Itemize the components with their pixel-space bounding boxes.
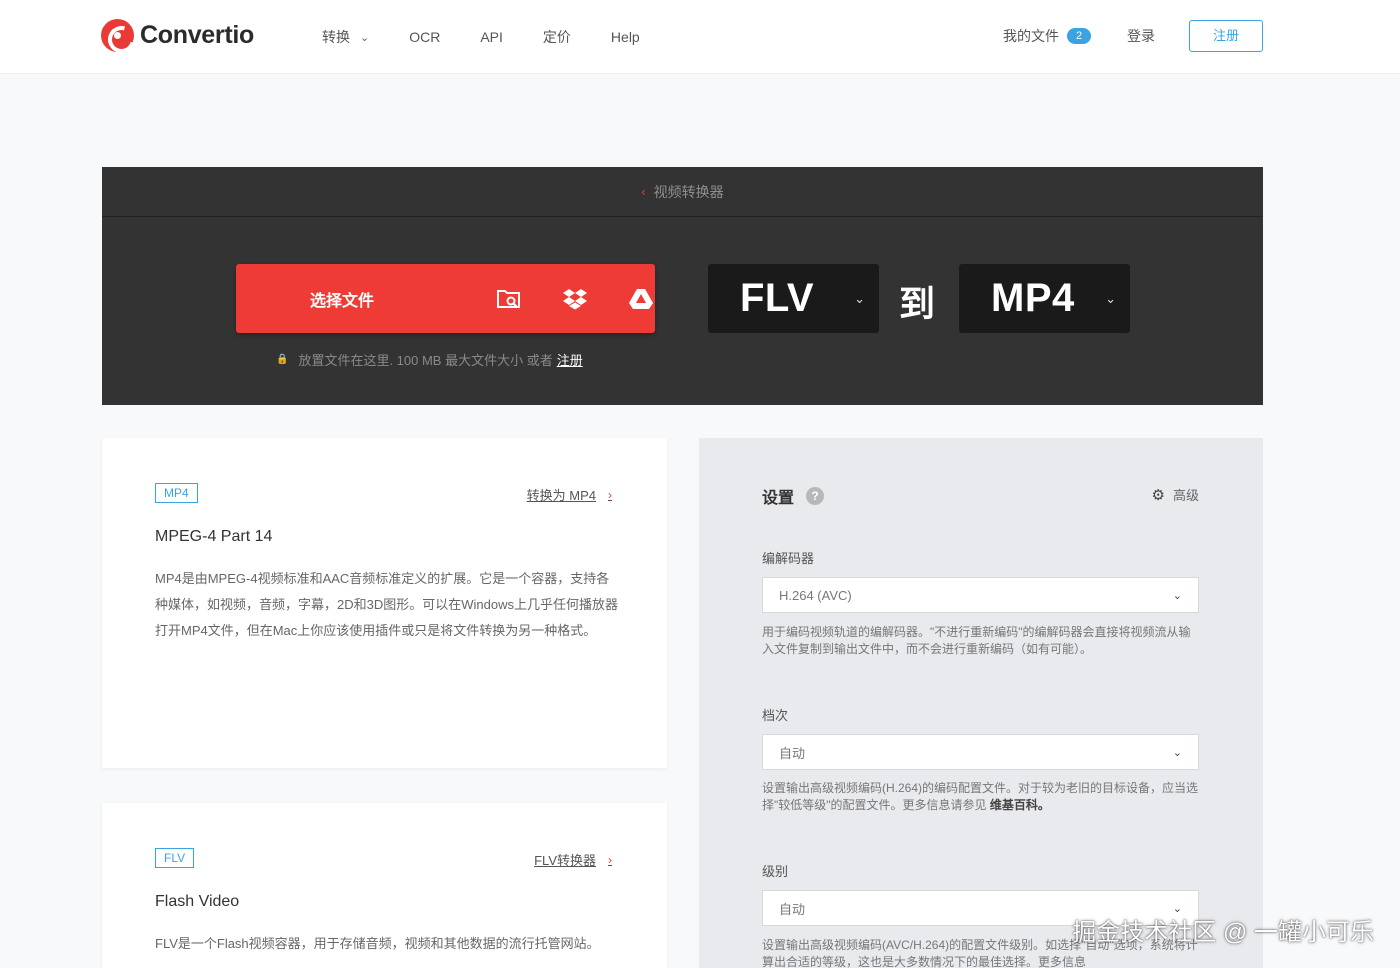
back-arrow-icon[interactable]: ‹ bbox=[641, 184, 645, 199]
my-files-link[interactable]: 我的文件 2 bbox=[1003, 26, 1091, 46]
chevron-down-icon: ⌄ bbox=[360, 31, 370, 44]
chevron-right-icon: › bbox=[608, 487, 612, 502]
nav-convert-label: 转换 bbox=[322, 29, 350, 45]
codec-value: H.264 (AVC) bbox=[779, 587, 852, 603]
my-files-count-badge: 2 bbox=[1067, 28, 1091, 44]
nav-api[interactable]: API bbox=[480, 29, 503, 45]
profile-select[interactable]: 自动 ⌄ bbox=[762, 734, 1199, 770]
format-title: Flash Video bbox=[155, 893, 240, 910]
login-link[interactable]: 登录 bbox=[1127, 26, 1155, 46]
profile-value: 自动 bbox=[779, 745, 806, 761]
format-tag: MP4 bbox=[155, 483, 198, 503]
gear-icon: ⚙ bbox=[1151, 486, 1165, 504]
nav-help[interactable]: Help bbox=[611, 29, 640, 45]
level-value: 自动 bbox=[779, 901, 806, 917]
google-drive-icon[interactable] bbox=[627, 285, 655, 313]
convertio-logo-icon bbox=[101, 19, 134, 52]
nav-api-label: API bbox=[480, 29, 503, 45]
top-header: Convertio 转换 ⌄ OCR API 定价 Help 我的文件 2 登录… bbox=[0, 0, 1400, 74]
to-label: 到 bbox=[899, 283, 936, 324]
my-files-label: 我的文件 bbox=[1003, 28, 1059, 44]
header-actions: 我的文件 2 登录 注册 bbox=[1003, 20, 1263, 52]
format-description: MP4是由MPEG-4视频标准和AAC音频标准定义的扩展。它是一个容器，支持各种… bbox=[155, 571, 618, 638]
wikipedia-link[interactable]: 维基百科。 bbox=[990, 798, 1050, 812]
converter-panel: ‹ 视频转换器 选择文件 🔒 放置文件在这里. 100 MB 最大文件大小 或者… bbox=[102, 167, 1263, 405]
format-tag: FLV bbox=[155, 848, 195, 868]
card-link-label: FLV转换器 bbox=[534, 853, 596, 868]
nav-pricing[interactable]: 定价 bbox=[543, 27, 571, 47]
settings-panel: 设置 ? ⚙ 高级 编解码器 H.264 (AVC) ⌄ 用于编码视频轨道的编解… bbox=[699, 438, 1263, 968]
convert-to-mp4-link[interactable]: 转换为 MP4 › bbox=[527, 485, 612, 504]
nav-help-label: Help bbox=[610, 29, 640, 45]
profile-help-text: 设置输出高级视频编码(H.264)的编码配置文件。对于较为老旧的目标设备，应当选… bbox=[762, 781, 1199, 812]
nav-ocr[interactable]: OCR bbox=[409, 29, 440, 45]
card-link-label: 转换为 MP4 bbox=[526, 488, 596, 503]
watermark: 掘金技术社区 @ 一罐小可乐 bbox=[1072, 919, 1374, 946]
lock-icon: 🔒 bbox=[276, 354, 289, 365]
profile-label: 档次 bbox=[762, 708, 789, 723]
chevron-down-icon: ⌄ bbox=[1105, 290, 1116, 306]
codec-help-text: 用于编码视频轨道的编解码器。"不进行重新编码"的编解码器会直接将视频流从输入文件… bbox=[762, 625, 1191, 656]
chevron-down-icon: ⌄ bbox=[1172, 746, 1182, 759]
advanced-label: 高级 bbox=[1172, 488, 1199, 503]
breadcrumb: ‹ 视频转换器 bbox=[102, 167, 1263, 217]
profile-help: 设置输出高级视频编码(H.264)的编码配置文件。对于较为老旧的目标设备，应当选… bbox=[762, 780, 1202, 814]
register-button[interactable]: 注册 bbox=[1189, 20, 1263, 52]
dropbox-icon[interactable] bbox=[561, 285, 589, 313]
format-info-card-flv: FLV FLV转换器 › Flash Video FLV是一个Flash视频容器… bbox=[102, 803, 667, 968]
upload-source-icons bbox=[495, 285, 655, 313]
hint-register-link[interactable]: 注册 bbox=[557, 350, 583, 369]
source-format-select[interactable]: FLV ⌄ bbox=[708, 264, 879, 333]
target-format-value: MP4 bbox=[991, 276, 1075, 320]
choose-files-button[interactable]: 选择文件 bbox=[236, 264, 655, 333]
nav-convert[interactable]: 转换 ⌄ bbox=[322, 27, 369, 47]
level-label: 级别 bbox=[762, 864, 789, 879]
flv-converter-link[interactable]: FLV转换器 › bbox=[534, 850, 612, 869]
drop-hint: 🔒 放置文件在这里. 100 MB 最大文件大小 或者 注册 bbox=[276, 350, 583, 369]
drop-hint-text: 放置文件在这里. 100 MB 最大文件大小 或者 bbox=[298, 353, 553, 368]
target-format-select[interactable]: MP4 ⌄ bbox=[959, 264, 1130, 333]
format-title: MPEG-4 Part 14 bbox=[155, 528, 273, 545]
advanced-toggle[interactable]: ⚙ 高级 bbox=[1152, 485, 1199, 504]
chevron-down-icon: ⌄ bbox=[854, 290, 865, 306]
format-info-card-mp4: MP4 转换为 MP4 › MPEG-4 Part 14 MP4是由MPEG-4… bbox=[102, 438, 667, 768]
codec-select[interactable]: H.264 (AVC) ⌄ bbox=[762, 577, 1199, 613]
settings-title-label: 设置 bbox=[762, 490, 795, 507]
main-nav: 转换 ⌄ OCR API 定价 Help bbox=[322, 27, 680, 47]
choose-files-label: 选择文件 bbox=[310, 292, 375, 310]
codec-help: 用于编码视频轨道的编解码器。"不进行重新编码"的编解码器会直接将视频流从输入文件… bbox=[762, 624, 1202, 658]
nav-pricing-label: 定价 bbox=[542, 29, 571, 45]
folder-search-icon[interactable] bbox=[495, 285, 523, 313]
nav-ocr-label: OCR bbox=[409, 29, 441, 45]
source-format-value: FLV bbox=[740, 276, 815, 320]
logo-text: Convertio bbox=[140, 21, 254, 49]
chevron-right-icon: › bbox=[608, 852, 612, 867]
codec-label: 编解码器 bbox=[762, 551, 815, 566]
breadcrumb-video-converter[interactable]: 视频转换器 bbox=[654, 182, 724, 202]
format-description: FLV是一个Flash视频容器，用于存储音频，视频和其他数据的流行托管网站。 bbox=[155, 936, 600, 951]
settings-title: 设置 ? bbox=[762, 484, 825, 508]
chevron-down-icon: ⌄ bbox=[1172, 589, 1182, 602]
convertio-logo[interactable]: Convertio bbox=[101, 19, 254, 52]
help-icon[interactable]: ? bbox=[806, 487, 825, 505]
